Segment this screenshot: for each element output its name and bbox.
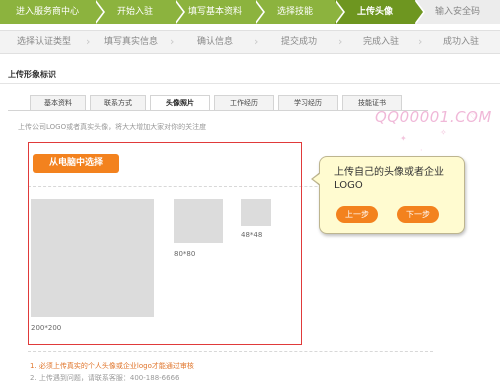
step-basic-info: 填写基本资料 bbox=[175, 0, 255, 24]
tooltip-tail-inner bbox=[313, 173, 321, 185]
step-enter-center: 进入服务商中心 bbox=[0, 0, 95, 24]
progress-steps: 进入服务商中心 开始入驻 填写基本资料 选择技能 上传头像 输入安全码 bbox=[0, 0, 500, 24]
next-step-button[interactable]: 下一步 bbox=[397, 206, 439, 223]
tab-basic-info[interactable]: 基本资料 bbox=[30, 95, 86, 111]
tabs-underline bbox=[8, 110, 428, 111]
sparkle-icon: ✧ bbox=[440, 128, 447, 137]
preview-small bbox=[241, 199, 271, 226]
step-arrow-icon bbox=[334, 0, 343, 24]
step-arrow-icon bbox=[174, 0, 183, 24]
preview-large bbox=[31, 199, 154, 317]
heart-icon: ♡ bbox=[470, 112, 478, 121]
section-title: 上传形象标识 bbox=[8, 70, 56, 79]
note-contact: 2. 上传遇到问题，请联系客服：400-188-6666 bbox=[30, 374, 180, 382]
choose-from-computer-button[interactable]: 从电脑中选择 bbox=[33, 154, 119, 173]
step-arrow-icon bbox=[254, 0, 263, 24]
dashed-divider bbox=[28, 351, 433, 352]
step-security-code: 输入安全码 bbox=[415, 0, 500, 24]
step-arrow-icon bbox=[414, 0, 423, 24]
upload-hint: 上传公司LOGO或者真实头像，将大大增加大家对你的关注度 bbox=[18, 123, 207, 131]
divider bbox=[0, 83, 500, 84]
preview-medium bbox=[174, 199, 223, 243]
step-upload-avatar: 上传头像 bbox=[335, 0, 415, 24]
substep-real-info: 填写真实信息 bbox=[103, 37, 158, 47]
sparkle-icon: · bbox=[420, 146, 423, 155]
substep-confirm: 确认信息 bbox=[196, 37, 233, 47]
preview-medium-label: 80*80 bbox=[174, 250, 196, 258]
preview-large-label: 200*200 bbox=[31, 324, 62, 332]
tab-avatar[interactable]: 头像照片 bbox=[150, 95, 210, 111]
prev-step-button[interactable]: 上一步 bbox=[336, 206, 378, 223]
substep-submitted: 提交成功 bbox=[280, 37, 317, 47]
step-start: 开始入驻 bbox=[95, 0, 175, 24]
tab-education[interactable]: 学习经历 bbox=[278, 95, 338, 111]
tab-contact[interactable]: 联系方式 bbox=[90, 95, 146, 111]
sparkle-icon: ✦ bbox=[400, 134, 407, 143]
preview-small-label: 48*48 bbox=[241, 231, 263, 239]
tab-work-experience[interactable]: 工作经历 bbox=[214, 95, 274, 111]
substep-complete: 完成入驻 bbox=[362, 37, 399, 47]
sub-steps: 选择认证类型 › 填写真实信息 › 确认信息 › 提交成功 › 完成入驻 › 成… bbox=[0, 30, 500, 54]
substep-success: 成功入驻 bbox=[442, 37, 479, 47]
substep-select-type: 选择认证类型 bbox=[16, 37, 71, 47]
step-skills: 选择技能 bbox=[255, 0, 335, 24]
tooltip-text: 上传自己的头像或者企业LOGO bbox=[334, 167, 444, 191]
note-requirement: 1. 必须上传真实的个人头像或企业logo才能通过审核 bbox=[30, 362, 194, 370]
step-arrow-icon bbox=[94, 0, 103, 24]
